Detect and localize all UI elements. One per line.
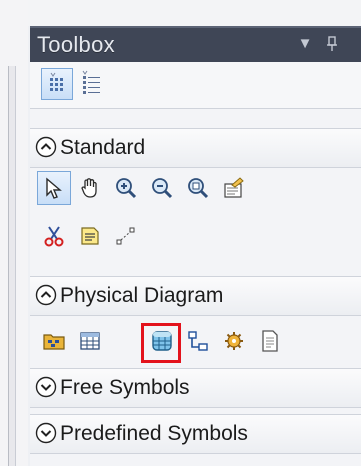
dropdown-arrow-icon[interactable]: ▼: [294, 33, 316, 55]
grabber-hand-icon: [81, 178, 97, 198]
grabber-tool[interactable]: [73, 171, 107, 205]
table-tool[interactable]: [73, 324, 107, 358]
properties-tool[interactable]: [217, 171, 251, 205]
chevron-up-icon: [35, 284, 57, 306]
reference-tool[interactable]: [181, 324, 215, 358]
category-predefined-symbols-header[interactable]: Predefined Symbols: [30, 414, 361, 454]
package-tool[interactable]: [37, 324, 71, 358]
zoom-in-icon: [116, 178, 137, 199]
toolbox-titlebar: Toolbox ▼: [30, 26, 361, 62]
view-tool-highlight: [141, 323, 181, 363]
cut-tool[interactable]: [37, 219, 71, 253]
chevron-up-icon: [35, 136, 57, 158]
procedure-icon: [225, 332, 243, 350]
note-icon: [81, 227, 99, 245]
window-top-strip: [0, 0, 361, 26]
properties-icon: [224, 177, 244, 198]
zoom-out-tool[interactable]: [145, 171, 179, 205]
link-icon: [116, 227, 135, 245]
list-view-icon: [82, 70, 100, 94]
procedure-tool[interactable]: [217, 324, 251, 358]
category-predefined-symbols-label: Predefined Symbols: [60, 422, 248, 445]
category-physical-diagram-label: Physical Diagram: [60, 284, 224, 307]
open-package-tool[interactable]: [181, 171, 215, 205]
reference-icon: [188, 331, 208, 351]
cut-icon: [44, 226, 64, 247]
open-package-icon: [188, 178, 209, 199]
list-view-button[interactable]: [77, 68, 109, 100]
category-free-symbols-header[interactable]: Free Symbols: [30, 368, 361, 408]
grid-view-button[interactable]: [41, 68, 73, 100]
note-tool[interactable]: [73, 219, 107, 253]
category-standard-label: Standard: [60, 136, 146, 159]
pin-icon[interactable]: [321, 33, 343, 55]
category-standard-header[interactable]: Standard: [30, 128, 361, 168]
category-free-symbols-label: Free Symbols: [60, 376, 190, 399]
file-tool[interactable]: [253, 324, 287, 358]
left-splitter[interactable]: [8, 66, 16, 466]
package-icon: [43, 334, 65, 350]
toolbox-panel: Toolbox ▼ Standard Physical Diagram Free…: [30, 26, 361, 466]
chevron-down-icon: [35, 376, 57, 398]
category-physical-diagram-header[interactable]: Physical Diagram: [30, 276, 361, 316]
table-icon: [80, 332, 100, 350]
zoom-out-icon: [152, 178, 173, 199]
zoom-in-tool[interactable]: [109, 171, 143, 205]
link-tool[interactable]: [109, 219, 143, 253]
file-icon: [262, 330, 278, 352]
chevron-down-icon: [35, 422, 57, 444]
toolbox-title: Toolbox: [37, 32, 115, 57]
view-mode-bar: [30, 62, 361, 109]
pointer-icon: [46, 177, 62, 199]
grid-view-icon: [50, 72, 63, 91]
pointer-tool[interactable]: [37, 171, 71, 205]
